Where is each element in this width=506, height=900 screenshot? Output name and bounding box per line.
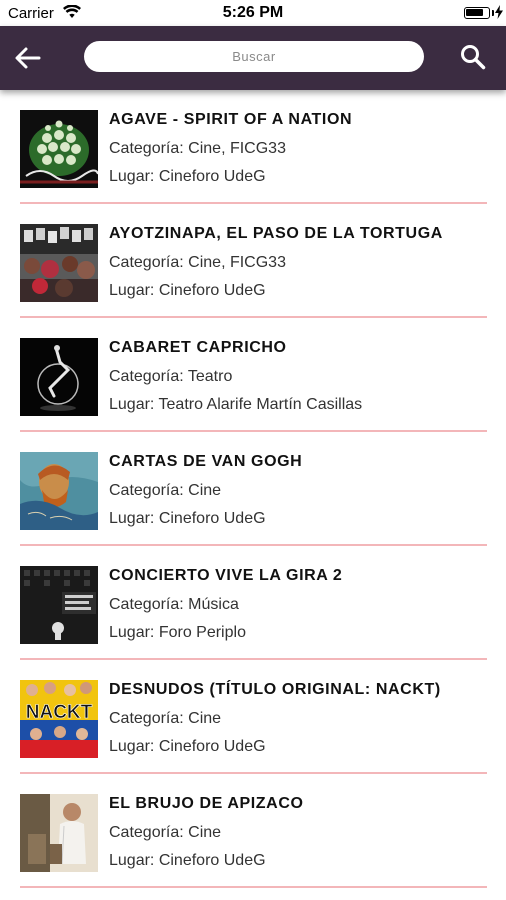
- battery-tip: [492, 10, 494, 16]
- event-category: Categoría: Cine: [109, 482, 222, 499]
- event-thumbnail: [20, 566, 98, 644]
- event-list-item[interactable]: CABARET CAPRICHO Categoría: Teatro Lugar…: [0, 318, 506, 432]
- event-thumbnail: NACKT: [20, 680, 98, 758]
- event-place: Lugar: Cineforo UdeG: [109, 168, 266, 185]
- concert-poster-image: [20, 566, 98, 644]
- event-category: Categoría: Teatro: [109, 368, 233, 385]
- event-list-item[interactable]: EL BRUJO DE APIZACO Categoría: Cine Luga…: [0, 774, 506, 888]
- status-bar: Carrier 5:26 PM: [0, 0, 506, 26]
- arrow-left-icon: [15, 47, 41, 69]
- van-gogh-portrait-image: [20, 452, 98, 530]
- magnifier-icon: [461, 45, 486, 70]
- event-place: Lugar: Foro Periplo: [109, 624, 246, 641]
- event-place: Lugar: Cineforo UdeG: [109, 738, 266, 755]
- battery-icon: [464, 7, 490, 19]
- event-place: Lugar: Cineforo UdeG: [109, 282, 266, 299]
- event-thumbnail: [20, 110, 98, 188]
- event-thumbnail: [20, 224, 98, 302]
- agave-poster-image: [20, 110, 98, 188]
- event-title: EL BRUJO DE APIZACO: [109, 795, 304, 812]
- event-place: Lugar: Cineforo UdeG: [109, 510, 266, 527]
- top-navigation-bar: [0, 26, 506, 90]
- nackt-poster-image: NACKT: [20, 680, 98, 758]
- back-button[interactable]: [13, 43, 43, 73]
- nackt-logo-text: NACKT: [26, 702, 93, 723]
- event-thumbnail: [20, 452, 98, 530]
- event-category: Categoría: Cine: [109, 824, 222, 841]
- event-title: CABARET CAPRICHO: [109, 339, 287, 356]
- row-divider: [20, 886, 487, 888]
- event-title: AGAVE - SPIRIT OF A NATION: [109, 111, 353, 128]
- event-category: Categoría: Cine, FICG33: [109, 254, 286, 271]
- brujo-poster-image: [20, 794, 98, 872]
- charging-bolt-icon: [495, 5, 503, 19]
- search-button[interactable]: [460, 44, 486, 70]
- event-title: CONCIERTO VIVE LA GIRA 2: [109, 567, 343, 584]
- event-place: Lugar: Cineforo UdeG: [109, 852, 266, 869]
- event-list: AGAVE - SPIRIT OF A NATION Categoría: Ci…: [0, 90, 506, 888]
- event-category: Categoría: Cine, FICG33: [109, 140, 286, 157]
- cabaret-poster-image: [20, 338, 98, 416]
- clock: 5:26 PM: [222, 4, 284, 21]
- event-list-item[interactable]: AGAVE - SPIRIT OF A NATION Categoría: Ci…: [0, 90, 506, 204]
- event-thumbnail: [20, 794, 98, 872]
- event-list-item[interactable]: CARTAS DE VAN GOGH Categoría: Cine Lugar…: [0, 432, 506, 546]
- event-list-item[interactable]: NACKT DESNUDOS (TÍTULO ORIGINAL: NACKT) …: [0, 660, 506, 774]
- event-category: Categoría: Música: [109, 596, 239, 613]
- event-list-item[interactable]: CONCIERTO VIVE LA GIRA 2 Categoría: Músi…: [0, 546, 506, 660]
- event-thumbnail: [20, 338, 98, 416]
- battery-level: [466, 9, 483, 16]
- event-place: Lugar: Teatro Alarife Martín Casillas: [109, 396, 363, 413]
- protest-crowd-image: [20, 224, 98, 302]
- event-title: DESNUDOS (TÍTULO ORIGINAL: NACKT): [109, 681, 441, 698]
- event-list-item[interactable]: AYOTZINAPA, EL PASO DE LA TORTUGA Catego…: [0, 204, 506, 318]
- event-title: CARTAS DE VAN GOGH: [109, 453, 303, 470]
- search-input[interactable]: [84, 41, 424, 72]
- event-category: Categoría: Cine: [109, 710, 222, 727]
- event-title: AYOTZINAPA, EL PASO DE LA TORTUGA: [109, 225, 443, 242]
